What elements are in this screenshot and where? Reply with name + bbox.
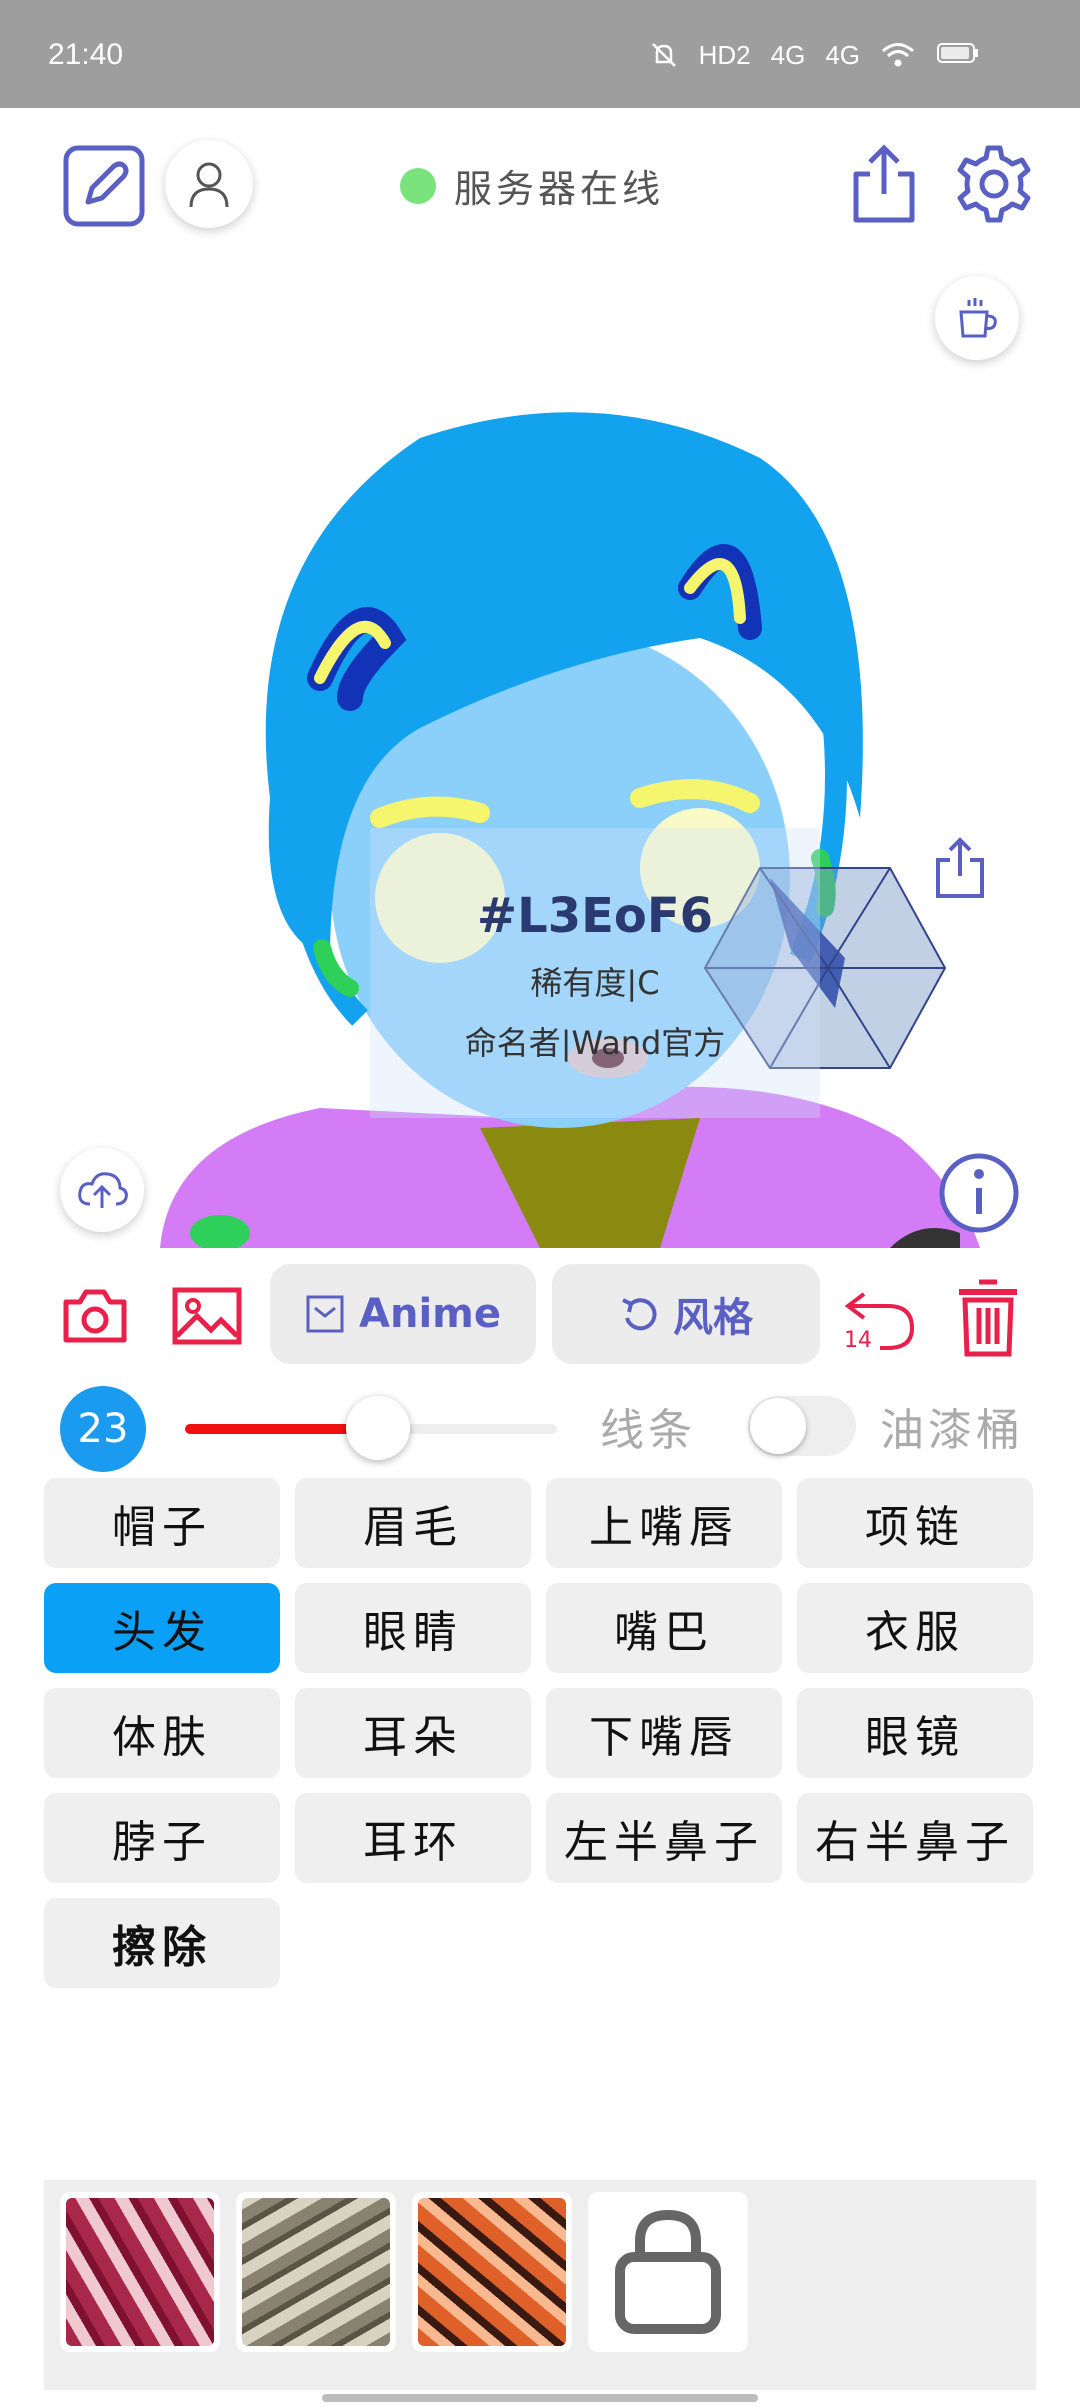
share-icon	[936, 837, 984, 898]
card-namer: 命名者|Wand官方	[464, 1024, 726, 1062]
tool-bar: Anime 风格 14	[0, 1262, 1080, 1372]
settings-button[interactable]	[952, 142, 1036, 226]
part-button[interactable]: 衣服	[797, 1583, 1033, 1673]
card-rarity: 稀有度|C	[530, 964, 660, 1002]
anime-button[interactable]: Anime	[270, 1264, 536, 1364]
fill-bucket-toggle[interactable]	[748, 1396, 856, 1456]
anime-label: Anime	[359, 1291, 501, 1337]
edit-icon[interactable]	[62, 144, 146, 228]
part-button[interactable]: 下嘴唇	[546, 1688, 782, 1778]
trash-icon	[959, 1279, 1017, 1357]
toggle-knob	[750, 1398, 806, 1454]
part-button[interactable]: 上嘴唇	[546, 1478, 782, 1568]
status-dot	[400, 167, 436, 204]
locked-style[interactable]	[588, 2192, 748, 2352]
part-button[interactable]: 右半鼻子	[797, 1793, 1033, 1883]
part-button[interactable]: 眉毛	[295, 1478, 531, 1568]
part-button[interactable]: 头发	[44, 1583, 280, 1673]
style-thumbnail[interactable]	[412, 2192, 572, 2352]
part-button[interactable]: 擦除	[44, 1898, 280, 1988]
part-button[interactable]: 嘴巴	[546, 1583, 782, 1673]
style-thumbnail[interactable]	[236, 2192, 396, 2352]
line-mode-label[interactable]: 线条	[600, 1394, 696, 1458]
coffee-icon	[959, 298, 997, 338]
style-button[interactable]: 风格	[552, 1264, 820, 1364]
server-status-text: 服务器在线	[454, 167, 665, 211]
info-button[interactable]	[938, 1152, 1020, 1234]
lock-icon	[615, 2209, 721, 2334]
gear-icon	[957, 145, 1031, 223]
undo-button[interactable]: 14	[840, 1276, 920, 1356]
card-id: #L3EoF6	[476, 888, 714, 944]
brush-row: 23 线条 油漆桶	[0, 1382, 1080, 1492]
part-button[interactable]: 耳朵	[295, 1688, 531, 1778]
style-label: 风格	[673, 1295, 753, 1341]
share-button[interactable]	[848, 142, 920, 226]
image-icon	[172, 1287, 242, 1345]
part-button[interactable]: 眼睛	[295, 1583, 531, 1673]
part-button[interactable]: 脖子	[44, 1793, 280, 1883]
undo-count: 14	[844, 1328, 872, 1353]
style-thumbnail[interactable]	[60, 2192, 220, 2352]
profile-button[interactable]	[165, 140, 253, 228]
card-info: #L3EoF6 稀有度|C 命名者|Wand官方	[370, 828, 820, 1118]
delete-button[interactable]	[954, 1274, 1022, 1360]
bucket-mode-label[interactable]: 油漆桶	[880, 1394, 1024, 1458]
style-beige-texture	[242, 2198, 390, 2346]
wifi-icon	[880, 40, 916, 77]
home-indicator[interactable]	[322, 2394, 758, 2402]
hd-icon: HD2	[698, 40, 751, 70]
parts-grid: 帽子 眉毛 上嘴唇 项链头发 眼睛 嘴巴 衣服体肤 耳朵 下嘴唇 眼镜脖子 耳环 左半鼻子 右半鼻子擦除	[44, 1478, 1036, 1988]
slider-thumb[interactable]	[346, 1396, 411, 1460]
drawing-canvas[interactable]: #L3EoF6 稀有度|C 命名者|Wand官方	[0, 258, 1080, 1248]
top-bar: 服务器在线	[0, 108, 1080, 258]
slider-fill	[185, 1424, 353, 1434]
info-icon	[939, 1153, 1019, 1233]
share-icon	[853, 144, 915, 223]
part-button[interactable]: 左半鼻子	[546, 1793, 782, 1883]
style-orange-texture	[418, 2198, 566, 2346]
battery-icon	[936, 40, 980, 77]
mute-icon	[649, 40, 679, 77]
brush-size-badge: 23	[60, 1386, 146, 1472]
style-red-texture	[66, 2198, 214, 2346]
part-button[interactable]: 帽子	[44, 1478, 280, 1568]
server-status: 服务器在线	[400, 158, 664, 213]
signal-4g-icon: 4G	[770, 40, 806, 70]
status-time: 21:40	[48, 38, 124, 71]
camera-button[interactable]	[60, 1284, 130, 1348]
coffee-button[interactable]	[935, 276, 1019, 360]
part-button[interactable]: 眼镜	[797, 1688, 1033, 1778]
status-icons: HD2 4G 4G	[649, 40, 980, 77]
part-button[interactable]: 项链	[797, 1478, 1033, 1568]
signal-4g-icon: 4G	[825, 40, 860, 70]
style-tray	[44, 2180, 1036, 2390]
brush-size-slider[interactable]	[185, 1396, 557, 1460]
gallery-button[interactable]	[170, 1284, 244, 1348]
part-button[interactable]: 体肤	[44, 1688, 280, 1778]
refresh-icon	[622, 1298, 657, 1331]
cloud-upload-icon	[78, 1172, 128, 1208]
part-button[interactable]: 耳环	[295, 1793, 531, 1883]
camera-icon	[63, 1289, 127, 1343]
upload-button[interactable]	[60, 1148, 144, 1232]
card-share-button[interactable]	[932, 836, 988, 900]
checkbox-icon	[306, 1295, 344, 1333]
status-bar: 21:40 HD2 4G 4G	[0, 0, 1080, 108]
user-icon	[189, 162, 229, 208]
